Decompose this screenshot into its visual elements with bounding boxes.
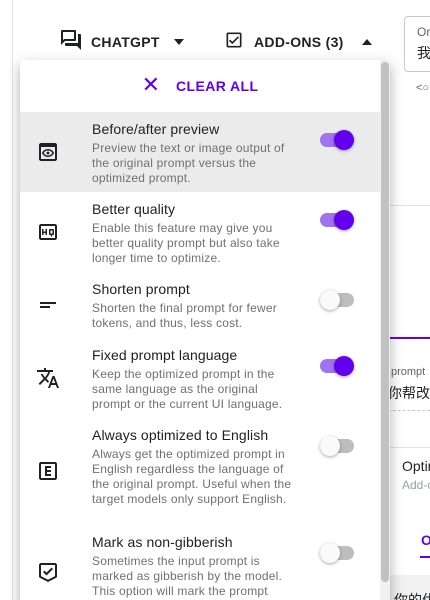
addon-shorten-prompt[interactable]: Shorten prompt Shorten the final prompt …: [20, 272, 380, 338]
prompt-value[interactable]: 你帮改: [388, 383, 430, 403]
optimize-sub-label: Add-o: [402, 478, 430, 492]
addon-toggle-switch[interactable]: [320, 541, 356, 565]
visibility-icon[interactable]: <○: [416, 82, 429, 94]
output-tab-underline: [420, 556, 430, 558]
hq-icon: [36, 220, 60, 244]
addon-title: Better quality: [92, 201, 176, 217]
section-divider: [386, 205, 430, 206]
optimize-label: Optim: [402, 458, 430, 474]
original-prompt-label: Ori: [417, 25, 430, 39]
addon-description: Shorten the final prompt for fewer token…: [92, 301, 277, 330]
app-page: Ori 我 <○ prompt 你帮改 Optim Add-o O 你的优 CH…: [0, 0, 430, 600]
addon-toggle-switch[interactable]: [320, 354, 356, 378]
addon-title: Fixed prompt language: [92, 347, 238, 363]
switch-knob: [320, 543, 340, 563]
addon-toggle-switch[interactable]: [320, 128, 356, 152]
preview-icon: [36, 140, 60, 164]
original-prompt-value: 我: [417, 45, 430, 61]
switch-knob: [334, 210, 354, 230]
prompt-label: prompt: [391, 366, 426, 378]
addons-label: ADD-ONS (3): [254, 34, 344, 50]
addon-title: Shorten prompt: [92, 281, 190, 297]
scrollbar-thumb[interactable]: [381, 62, 389, 582]
model-label: CHATGPT: [91, 34, 160, 50]
short-text-icon: [36, 293, 60, 317]
clear-all-label: CLEAR ALL: [176, 78, 259, 94]
addon-toggle-switch[interactable]: [320, 208, 356, 232]
addon-toggle-switch[interactable]: [320, 434, 356, 458]
clear-all-button[interactable]: ✕ CLEAR ALL: [20, 60, 380, 112]
left-divider: [12, 0, 13, 600]
addon-title: Mark as non-gibberish: [92, 534, 233, 550]
addon-description: Enable this feature may give you better …: [92, 221, 280, 265]
addons-dropdown: ✕ CLEAR ALL Before/after preview Preview…: [20, 60, 390, 600]
addon-fixed-prompt-language[interactable]: Fixed prompt language Keep the optimized…: [20, 338, 380, 418]
addon-before-after-preview[interactable]: Before/after preview Preview the text or…: [20, 112, 380, 192]
switch-knob: [320, 290, 340, 310]
addon-description: Preview the text or image output of the …: [92, 141, 285, 185]
switch-knob: [334, 130, 354, 150]
prompt-dashed-divider: [388, 410, 430, 411]
output-text: 你的优: [394, 592, 430, 600]
chevron-up-icon: [361, 39, 372, 45]
original-prompt-field[interactable]: Ori 我: [404, 16, 430, 72]
output-tab[interactable]: O: [421, 532, 430, 548]
chevron-down-icon: [173, 39, 184, 45]
addon-description: Sometimes the input prompt is marked as …: [92, 554, 283, 598]
addon-always-english[interactable]: Always optimized to English Always get t…: [20, 418, 380, 528]
translate-icon: [36, 366, 60, 390]
dropdown-scrollbar[interactable]: [380, 60, 390, 600]
addon-better-quality[interactable]: Better quality Enable this feature may g…: [20, 192, 380, 272]
addon-toggle-switch[interactable]: [320, 288, 356, 312]
addon-title: Always optimized to English: [92, 427, 269, 443]
addon-description: Always get the optimized prompt in Engli…: [92, 447, 292, 506]
active-tab-indicator: [386, 337, 430, 339]
switch-knob: [334, 356, 354, 376]
close-icon: ✕: [141, 73, 161, 98]
english-e-icon: [36, 459, 60, 483]
addons-toggle[interactable]: ADD-ONS (3): [224, 28, 372, 56]
checkbox-icon: [224, 30, 244, 55]
model-select[interactable]: CHATGPT: [59, 28, 184, 56]
optimize-divider: [386, 447, 430, 448]
chat-icon: [59, 28, 83, 57]
addon-mark-non-gibberish[interactable]: Mark as non-gibberish Sometimes the inpu…: [20, 528, 380, 600]
switch-knob: [320, 436, 340, 456]
verified-check-icon: [36, 560, 60, 584]
addon-description: Keep the optimized prompt in the same la…: [92, 367, 283, 411]
addon-title: Before/after preview: [92, 121, 220, 137]
